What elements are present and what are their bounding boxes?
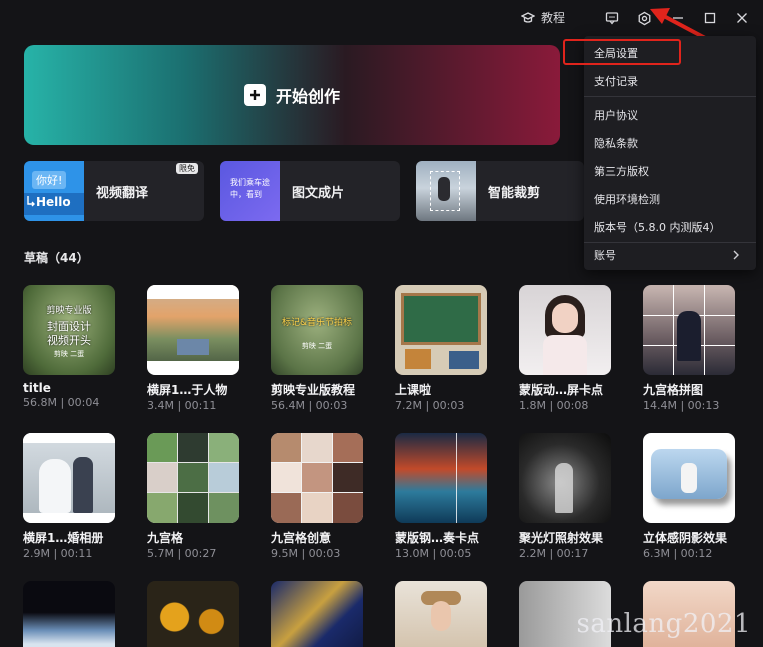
menu-divider (584, 242, 756, 243)
thumb-text: 标记&音乐节拍标 (281, 318, 353, 328)
draft-card[interactable]: 九宫格 5.7M | 00:27 (147, 433, 239, 560)
draft-title: 蒙版钢…奏卡点 (395, 531, 480, 545)
draft-card[interactable]: 横屏1…婚相册 2.9M | 00:11 (23, 433, 115, 560)
draft-card[interactable]: 蒙版钢…奏卡点 13.0M | 00:05 (395, 433, 487, 560)
draft-title: 横屏1…婚相册 (23, 531, 104, 545)
thumb-text: 剪映 二蛋 (301, 342, 333, 350)
tool-name: 智能裁剪 (488, 186, 541, 201)
draft-card[interactable]: 蒙版动…屏卡点 1.8M | 00:08 (519, 285, 611, 412)
start-creation-label: 开始创作 (275, 87, 340, 106)
draft-title: 横屏1…于人物 (147, 383, 228, 397)
feedback-icon (605, 12, 619, 25)
draft-thumbnail (147, 581, 239, 647)
menu-divider (584, 96, 756, 97)
menu-item-env-check[interactable]: 使用环境检测 (594, 191, 660, 207)
menu-item-version[interactable]: 版本号（5.8.0 内测版4） (594, 219, 720, 235)
close-icon (737, 13, 747, 23)
draft-card[interactable] (147, 581, 239, 647)
draft-thumbnail (395, 285, 487, 375)
draft-meta: 2.2M | 00:17 (519, 547, 589, 560)
thumb-text: 剪映 二蛋 (53, 350, 85, 358)
draft-meta: 14.4M | 00:13 (643, 399, 720, 412)
draft-meta: 13.0M | 00:05 (395, 547, 472, 560)
thumb-text: Hello (36, 195, 71, 209)
feedback-button[interactable] (602, 8, 622, 28)
tool-thumbnail: 你好! Hello (24, 161, 84, 221)
draft-thumbnail (271, 433, 363, 523)
draft-thumbnail (519, 285, 611, 375)
draft-thumbnail: 标记&音乐节拍标 剪映 二蛋 (271, 285, 363, 375)
draft-meta: 1.8M | 00:08 (519, 399, 589, 412)
menu-item-third-party[interactable]: 第三方版权 (594, 163, 649, 179)
draft-thumbnail (395, 581, 487, 647)
graduation-cap-icon (521, 11, 535, 23)
draft-thumbnail: 剪映专业版 封面设计 视频开头 剪映 二蛋 (23, 285, 115, 375)
tool-video-translate[interactable]: 你好! Hello 视频翻译 限免 (24, 161, 204, 221)
watermark: sanlang2021 (576, 609, 751, 639)
close-button[interactable] (732, 8, 752, 28)
settings-dropdown: 全局设置 支付记录 用户协议 隐私条款 第三方版权 使用环境检测 版本号（5.8… (584, 36, 756, 270)
draft-thumbnail (23, 433, 115, 523)
tool-thumbnail (416, 161, 476, 221)
tool-smart-crop[interactable]: 智能裁剪 (416, 161, 584, 221)
draft-title: title (23, 381, 51, 395)
draft-title: 剪映专业版教程 (271, 383, 356, 397)
draft-meta: 56.4M | 00:03 (271, 399, 348, 412)
tutorial-button[interactable]: 教程 (521, 9, 565, 26)
draft-card[interactable]: 横屏1…于人物 3.4M | 00:11 (147, 285, 239, 412)
menu-item-privacy[interactable]: 隐私条款 (594, 135, 638, 151)
thumb-text: 你好! (32, 171, 67, 189)
draft-meta: 7.2M | 00:03 (395, 399, 465, 412)
draft-thumbnail (271, 581, 363, 647)
draft-card[interactable]: 上课啦 7.2M | 00:03 (395, 285, 487, 412)
draft-meta: 3.4M | 00:11 (147, 399, 217, 412)
draft-title: 九宫格创意 (271, 531, 332, 545)
draft-title: 九宫格拼图 (643, 383, 704, 397)
draft-meta: 9.5M | 00:03 (271, 547, 341, 560)
translate-arrow-icon (27, 196, 35, 207)
draft-title: 聚光灯照射效果 (519, 531, 604, 545)
tool-name: 图文成片 (292, 186, 345, 201)
draft-thumbnail (643, 285, 735, 375)
menu-item-account[interactable]: 账号 (594, 247, 616, 263)
draft-thumbnail (519, 433, 611, 523)
draft-card[interactable]: 聚光灯照射效果 2.2M | 00:17 (519, 433, 611, 560)
draft-card[interactable] (271, 581, 363, 647)
chevron-right-icon (733, 250, 739, 260)
draft-meta: 6.3M | 00:12 (643, 547, 713, 560)
thumb-text: 视频开头 (47, 334, 91, 347)
menu-item-payment-records[interactable]: 支付记录 (594, 73, 638, 89)
draft-thumbnail (147, 433, 239, 523)
thumb-text: 我们乘车途中，看到 (230, 178, 270, 199)
free-badge: 限免 (176, 163, 198, 174)
start-creation-button[interactable]: 开始创作 (24, 45, 560, 145)
draft-title: 上课啦 (395, 383, 432, 397)
draft-card[interactable] (23, 581, 115, 647)
draft-meta: 2.9M | 00:11 (23, 547, 93, 560)
tool-text-to-video[interactable]: 我们乘车途中，看到 图文成片 (220, 161, 400, 221)
draft-meta: 5.7M | 00:27 (147, 547, 217, 560)
draft-thumbnail (23, 581, 115, 647)
highlight-box (563, 39, 681, 65)
draft-thumbnail (643, 433, 735, 523)
draft-card[interactable]: 九宫格拼图 14.4M | 00:13 (643, 285, 735, 412)
draft-title: 蒙版动…屏卡点 (519, 383, 604, 397)
draft-thumbnail (147, 285, 239, 375)
draft-title: 九宫格 (147, 531, 184, 545)
plus-icon (243, 84, 266, 106)
menu-item-user-agreement[interactable]: 用户协议 (594, 107, 638, 123)
drafts-heading: 草稿（44） (24, 251, 89, 265)
tutorial-label: 教程 (541, 11, 566, 25)
draft-card[interactable]: 剪映专业版 封面设计 视频开头 剪映 二蛋 title 56.8M | 00:0… (23, 285, 115, 409)
draft-meta: 56.8M | 00:04 (23, 396, 100, 409)
thumb-text: 剪映专业版 (46, 306, 92, 316)
draft-card[interactable]: 立体感阴影效果 6.3M | 00:12 (643, 433, 735, 560)
tool-thumbnail: 我们乘车途中，看到 (220, 161, 280, 221)
draft-card[interactable]: 标记&音乐节拍标 剪映 二蛋 剪映专业版教程 56.4M | 00:03 (271, 285, 363, 412)
tool-name: 视频翻译 (96, 186, 149, 201)
draft-card[interactable] (395, 581, 487, 647)
draft-thumbnail (395, 433, 487, 523)
draft-card[interactable]: 九宫格创意 9.5M | 00:03 (271, 433, 363, 560)
draft-title: 立体感阴影效果 (643, 531, 728, 545)
